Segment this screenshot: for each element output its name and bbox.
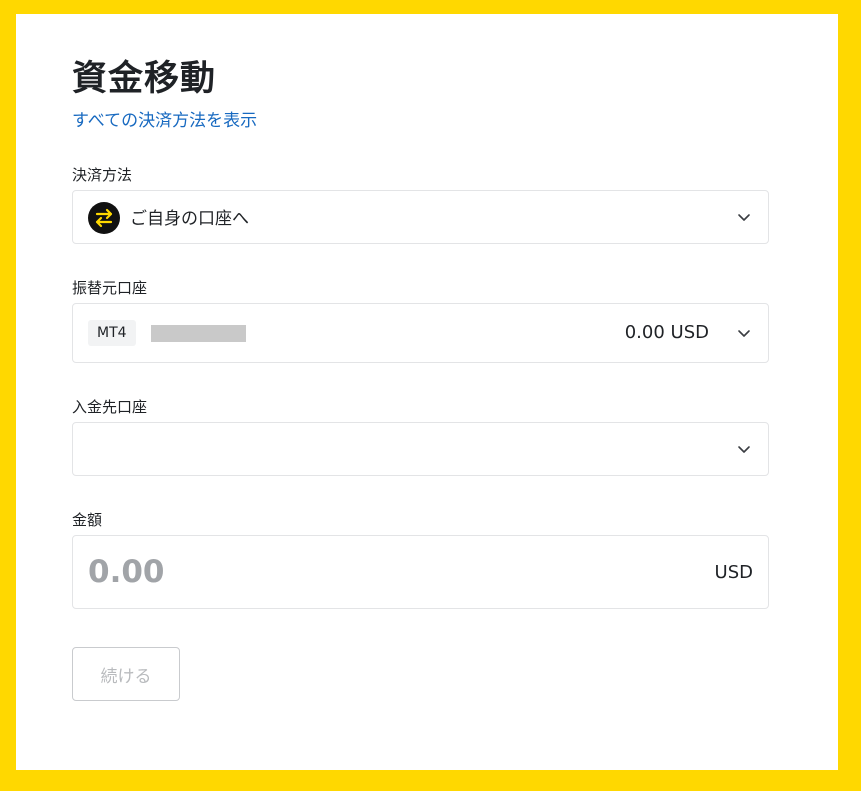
chevron-down-icon	[738, 330, 750, 337]
destination-account-label: 入金先口座	[72, 398, 148, 416]
platform-badge: MT4	[88, 320, 136, 346]
payment-method-value: ご自身の口座へ	[130, 209, 249, 229]
amount-input[interactable]	[88, 552, 588, 592]
chevron-down-icon	[738, 446, 750, 453]
amount-currency: USD	[714, 562, 753, 583]
page-title: 資金移動	[72, 59, 217, 99]
payment-method-select[interactable]: ご自身の口座へ	[72, 190, 769, 244]
continue-button[interactable]: 続ける	[72, 647, 180, 701]
amount-field[interactable]: USD	[72, 535, 769, 609]
source-balance: 0.00 USD	[624, 322, 709, 343]
masked-account-number	[151, 325, 246, 342]
chevron-down-icon	[738, 214, 750, 221]
transfer-panel: 資金移動 すべての決済方法を表示 決済方法 ご自身の口座へ 振替元口座 MT4 …	[16, 14, 838, 770]
destination-account-select[interactable]	[72, 422, 769, 476]
source-account-select[interactable]: MT4 0.00 USD	[72, 303, 769, 363]
transfer-arrows-icon	[88, 202, 120, 234]
source-account-label: 振替元口座	[72, 279, 148, 297]
show-all-methods-link[interactable]: すべての決済方法を表示	[72, 106, 257, 131]
payment-method-label: 決済方法	[72, 166, 133, 184]
amount-label: 金額	[72, 511, 103, 529]
